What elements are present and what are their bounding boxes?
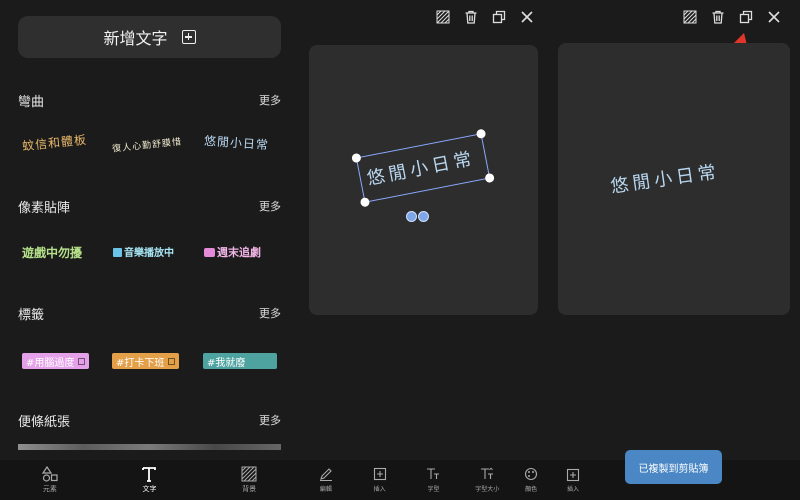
- duplicate-icon[interactable]: [492, 10, 506, 24]
- pixel-sample[interactable]: 音樂播放中: [113, 244, 174, 259]
- editor-toolbar: [683, 10, 781, 24]
- section-title: 標籤: [18, 307, 45, 323]
- tab-text[interactable]: 文字: [119, 466, 179, 494]
- hatch-icon: [241, 466, 257, 482]
- play-icon: [113, 248, 122, 257]
- tab-color[interactable]: 顏色: [519, 467, 543, 493]
- rotate-handle-icon[interactable]: [406, 211, 417, 222]
- insert-plus-icon: [566, 468, 580, 482]
- section-tags: 標籤 更多 #用腦過度 #打卡下班 #我就廢: [18, 303, 281, 381]
- close-box-icon: [168, 357, 176, 365]
- editor-panel-copied: 悠閒小日常 插入 已複製到剪貼簿: [548, 0, 800, 500]
- editor-toolbar: [436, 10, 534, 24]
- app-root: 新增文字 彎曲 更多 蚊信和體板 復人心勤舒膜惜 悠閒小日常 像素貼陣 更多 遊…: [0, 0, 800, 500]
- shapes-icon: [41, 466, 58, 482]
- resize-handle[interactable]: [475, 128, 487, 140]
- plus-square-icon: [181, 30, 196, 44]
- close-box-icon: [78, 357, 86, 365]
- copied-toast: 已複製到剪貼簿: [625, 450, 722, 484]
- transform-controls[interactable]: [406, 211, 429, 222]
- text-library-panel: 新增文字 彎曲 更多 蚊信和體板 復人心勤舒膜惜 悠閒小日常 像素貼陣 更多 遊…: [0, 0, 299, 500]
- trash-icon[interactable]: [464, 10, 478, 24]
- tag-sample[interactable]: #我就廢: [203, 353, 277, 369]
- text-element-content[interactable]: 悠閒小日常: [609, 157, 722, 198]
- pixel-sample[interactable]: 遊戲中勿擾: [22, 244, 82, 261]
- selected-text-element[interactable]: 悠閒小日常: [351, 128, 495, 208]
- more-link[interactable]: 更多: [259, 92, 281, 108]
- editor-panel-selected: 悠閒小日常 編輯 插入 字型 字型大小 顏色: [299, 0, 548, 500]
- resize-handle[interactable]: [484, 172, 495, 184]
- section-notepaper: 便條紙張 更多: [18, 410, 281, 450]
- close-icon[interactable]: [520, 10, 534, 24]
- tab-font-size[interactable]: 字型大小: [465, 467, 509, 493]
- tab-background[interactable]: 背景: [219, 466, 279, 494]
- section-pixel: 像素貼陣 更多 遊戲中勿擾 音樂播放中 週末追劇: [18, 196, 281, 274]
- hatch-icon[interactable]: [683, 10, 697, 24]
- curved-sample[interactable]: 悠閒小日常: [203, 132, 270, 153]
- tab-elements[interactable]: 元素: [20, 466, 80, 494]
- notepaper-preview[interactable]: [18, 444, 281, 450]
- section-title: 便條紙張: [18, 414, 71, 430]
- more-link[interactable]: 更多: [259, 305, 281, 321]
- insert-plus-icon: [373, 467, 386, 481]
- close-icon[interactable]: [767, 10, 781, 24]
- font-icon: [427, 468, 440, 479]
- design-canvas[interactable]: 悠閒小日常: [309, 45, 538, 315]
- move-handle-icon[interactable]: [418, 211, 429, 222]
- tab-insert[interactable]: 插入: [566, 468, 580, 493]
- tv-icon: [204, 248, 215, 257]
- pencil-icon: [319, 468, 332, 481]
- tab-insert[interactable]: 插入: [358, 467, 402, 493]
- section-title: 像素貼陣: [18, 200, 71, 216]
- resize-handle[interactable]: [351, 152, 362, 164]
- duplicate-icon[interactable]: [739, 10, 753, 24]
- tab-edit[interactable]: 編輯: [304, 467, 348, 493]
- tag-sample[interactable]: #用腦過度: [22, 353, 90, 369]
- design-canvas[interactable]: 悠閒小日常: [558, 43, 790, 315]
- font-size-icon: [481, 467, 494, 479]
- curved-sample[interactable]: 復人心勤舒膜惜: [112, 134, 183, 154]
- section-title: 彎曲: [18, 94, 45, 110]
- section-curved: 彎曲 更多 蚊信和體板 復人心勤舒膜惜 悠閒小日常: [18, 90, 281, 168]
- add-text-label: 新增文字: [103, 29, 168, 48]
- palette-icon: [525, 467, 538, 481]
- bottom-tab-bar: 元素 文字 背景: [0, 460, 299, 500]
- more-link[interactable]: 更多: [259, 198, 281, 214]
- text-t-icon: [142, 467, 157, 482]
- add-text-button[interactable]: 新增文字: [18, 16, 281, 58]
- pixel-sample[interactable]: 週末追劇: [204, 244, 261, 260]
- text-element-content: 悠閒小日常: [365, 148, 478, 190]
- trash-icon[interactable]: [711, 10, 725, 24]
- more-link[interactable]: 更多: [259, 412, 281, 428]
- tag-sample[interactable]: #打卡下班: [112, 353, 180, 369]
- tab-font[interactable]: 字型: [411, 467, 455, 493]
- text-edit-tab-bar: 編輯 插入 字型 字型大小 顏色: [299, 460, 548, 500]
- resize-handle[interactable]: [359, 196, 371, 208]
- curved-sample[interactable]: 蚊信和體板: [21, 131, 87, 155]
- hatch-icon[interactable]: [436, 10, 450, 24]
